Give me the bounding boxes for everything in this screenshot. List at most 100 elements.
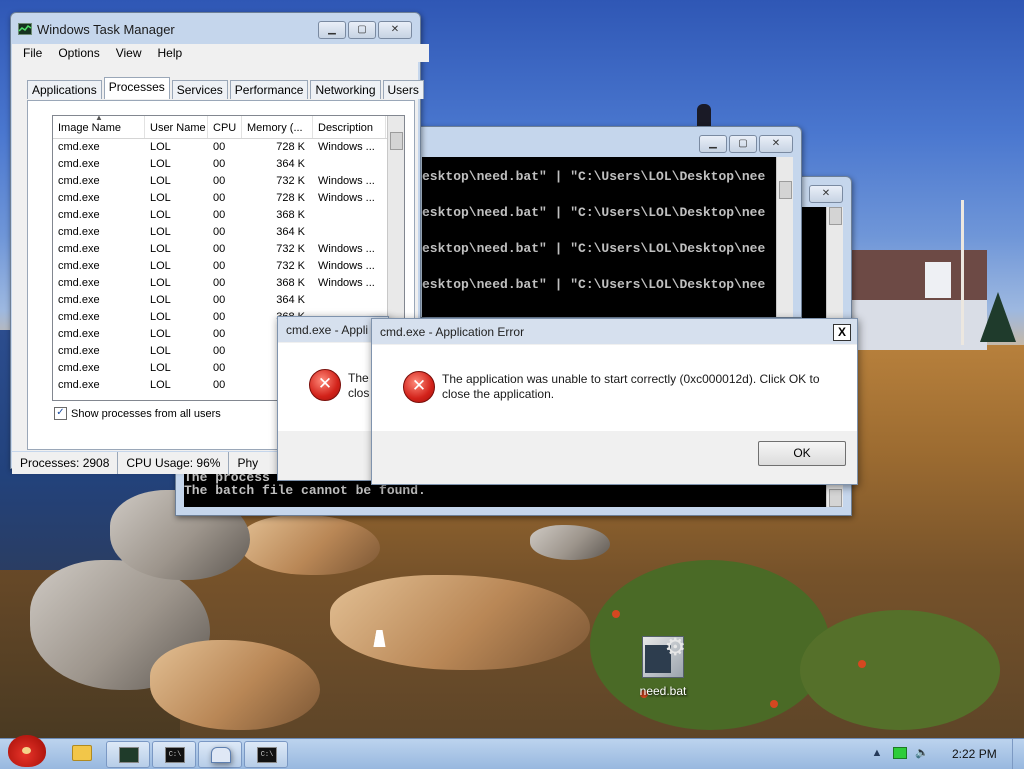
cell-desc (313, 156, 386, 173)
cell-mem: 732 K (276, 175, 305, 187)
tab-performance[interactable]: Performance (229, 80, 309, 99)
table-row[interactable]: cmd.exe LOL 00 368 K (53, 207, 404, 224)
minimize-button[interactable]: ▁ (318, 21, 346, 39)
window-controls: ▁ ▢ ✕ (318, 21, 412, 39)
status-physical-memory: Phy (237, 456, 259, 470)
tab-services[interactable]: Services (171, 80, 228, 99)
wallpaper-shrub (800, 610, 1000, 730)
taskbar-task-manager[interactable] (106, 741, 150, 768)
scroll-thumb[interactable] (390, 132, 403, 150)
menu-view[interactable]: View (116, 44, 142, 62)
table-row[interactable]: cmd.exe LOL 00 364 K (53, 292, 404, 309)
cell-cpu: 00 (213, 328, 226, 340)
column-cpu[interactable]: CPU (208, 116, 242, 138)
taskbar-window[interactable] (198, 741, 242, 768)
error-dialog-front[interactable]: cmd.exe - Application Error X The applic… (371, 318, 858, 485)
ok-button[interactable]: OK (758, 441, 846, 466)
cell-cpu: 00 (213, 345, 226, 357)
error-message-line: The (348, 371, 369, 385)
cell-image: cmd.exe (58, 192, 100, 204)
maximize-button[interactable]: ▢ (348, 21, 376, 39)
cell-mem: 364 K (276, 226, 305, 238)
start-button[interactable] (4, 733, 48, 769)
desktop-icon-need-bat[interactable]: need.bat (630, 633, 696, 698)
cell-image: cmd.exe (58, 209, 100, 221)
table-row[interactable]: cmd.exe LOL 00 364 K (53, 224, 404, 241)
cell-user: LOL (150, 209, 171, 221)
column-user-name[interactable]: User Name (145, 116, 208, 138)
taskbar-cmd-1[interactable]: C:\ (152, 741, 196, 768)
error-icon (309, 369, 341, 401)
error-message-line: clos (348, 386, 370, 400)
network-icon[interactable] (893, 747, 907, 759)
tab-networking[interactable]: Networking (310, 80, 381, 99)
cell-cpu: 00 (213, 243, 226, 255)
cell-cpu: 00 (213, 294, 226, 306)
cell-image: cmd.exe (58, 260, 100, 272)
menu-file[interactable]: File (23, 44, 42, 62)
console-line: esktop\need.bat" | "C:\Users\LOL\Desktop… (422, 241, 766, 256)
column-description[interactable]: Description (313, 116, 386, 138)
console-scrollbar[interactable] (776, 157, 793, 317)
cell-cpu: 00 (213, 362, 226, 374)
console-line: esktop\need.bat" | "C:\Users\LOL\Desktop… (422, 277, 766, 292)
show-all-users-checkbox[interactable]: ✓ (54, 407, 67, 420)
taskbar-cmd-2[interactable]: C:\ (244, 741, 288, 768)
tab-applications[interactable]: Applications (27, 80, 102, 99)
cell-user: LOL (150, 243, 171, 255)
table-row[interactable]: cmd.exe LOL 00 732 K Windows ... (53, 173, 404, 190)
cell-desc (313, 224, 386, 241)
volume-icon[interactable]: 🔈 (915, 747, 929, 759)
show-hidden-icons-icon[interactable]: ▲ (870, 747, 884, 759)
menu-help[interactable]: Help (158, 44, 183, 62)
taskbar: C:\ C:\ ▲ 🔈 2:22 PM (0, 735, 1024, 769)
scroll-up-arrow[interactable] (829, 207, 842, 225)
folder-icon[interactable] (72, 745, 92, 761)
minimize-button[interactable]: ▁ (699, 135, 727, 153)
dialog-body: The application was unable to start corr… (372, 345, 857, 431)
cell-cpu: 00 (213, 379, 226, 391)
table-row[interactable]: cmd.exe LOL 00 732 K Windows ... (53, 241, 404, 258)
cell-user: LOL (150, 311, 171, 323)
cell-user: LOL (150, 226, 171, 238)
table-row[interactable]: cmd.exe LOL 00 732 K Windows ... (53, 258, 404, 275)
cell-user: LOL (150, 294, 171, 306)
table-row[interactable]: cmd.exe LOL 00 368 K Windows ... (53, 275, 404, 292)
cell-image: cmd.exe (58, 175, 100, 187)
cell-user: LOL (150, 345, 171, 357)
table-row[interactable]: cmd.exe LOL 00 728 K Windows ... (53, 139, 404, 156)
window-controls: ▁ ▢ ✕ (699, 135, 793, 153)
close-button[interactable]: ✕ (378, 21, 412, 39)
window-icon (211, 747, 231, 763)
cell-image: cmd.exe (58, 294, 100, 306)
tab-users[interactable]: Users (382, 80, 424, 99)
maximize-button[interactable]: ▢ (729, 135, 757, 153)
window-controls: ✕ (809, 185, 843, 203)
cell-user: LOL (150, 328, 171, 340)
table-row[interactable]: cmd.exe LOL 00 364 K (53, 156, 404, 173)
cell-image: cmd.exe (58, 141, 100, 153)
close-button[interactable]: ✕ (809, 185, 843, 203)
menu-options[interactable]: Options (58, 44, 99, 62)
status-processes: Processes: 2908 (12, 452, 119, 474)
cell-mem: 732 K (276, 243, 305, 255)
taskbar-clock[interactable]: 2:22 PM (952, 747, 997, 761)
task-manager-titlebar[interactable]: Windows Task Manager ▁ ▢ ✕ (11, 13, 420, 43)
cell-image: cmd.exe (58, 226, 100, 238)
column-memory[interactable]: Memory (... (242, 116, 313, 138)
close-button[interactable]: ✕ (759, 135, 793, 153)
cmd-icon: C:\ (165, 747, 185, 763)
close-button[interactable]: X (833, 324, 851, 341)
show-desktop-button[interactable] (1012, 739, 1024, 769)
show-all-users-option[interactable]: ✓ Show processes from all users (54, 407, 221, 420)
tab-processes[interactable]: Processes (103, 77, 170, 99)
error-message-line: close the application. (442, 387, 555, 401)
wallpaper-house-dormer (925, 262, 951, 298)
wallpaper-tree (980, 292, 1016, 342)
batch-file-icon (642, 633, 686, 678)
scroll-down-arrow[interactable] (829, 489, 842, 507)
cell-mem: 728 K (276, 192, 305, 204)
console-window-front[interactable]: ▁ ▢ ✕ esktop\need.bat" | "C:\Users\LOL\D… (405, 126, 802, 318)
table-row[interactable]: cmd.exe LOL 00 728 K Windows ... (53, 190, 404, 207)
scroll-thumb[interactable] (779, 181, 792, 199)
